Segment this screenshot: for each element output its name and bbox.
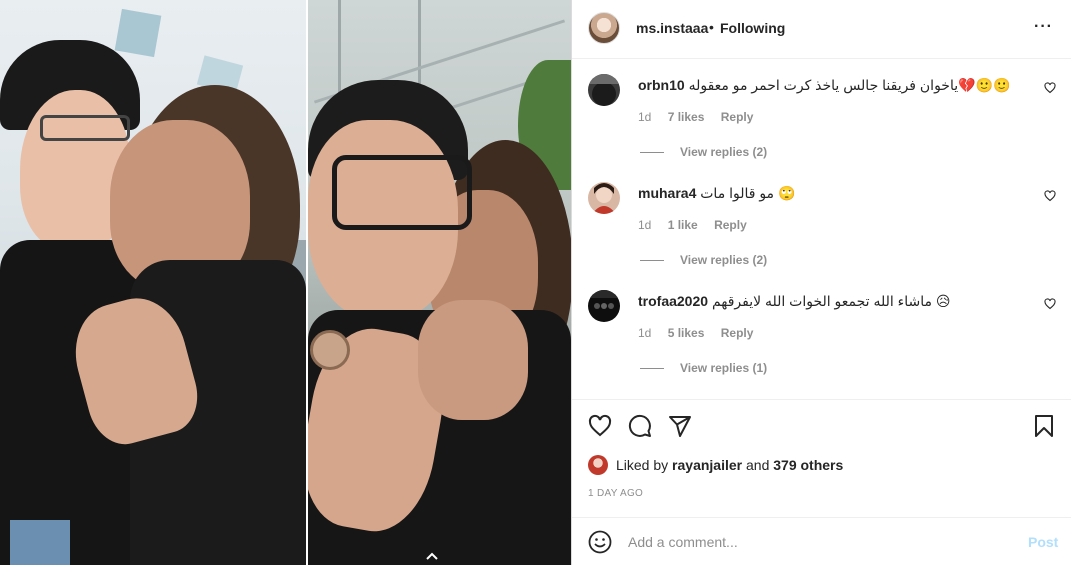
post-button[interactable]: Post [1028,534,1058,550]
glasses-shape [332,155,472,230]
comment-icon[interactable] [628,414,652,438]
replies-line [640,151,664,153]
following-button[interactable]: Following [720,20,785,36]
media-right-panel [308,0,571,565]
comment-text: trofaa2020 ماشاء الله تجمعو الخوات الله … [638,292,1028,310]
comment-item: muhara4 مو قالوا مات 🙄 1d 1 like Reply V… [572,168,1071,276]
comment-item: orbn10 ياخوان فريقنا جالس ياخذ كرت احمر … [572,60,1071,168]
commenter-avatar[interactable] [588,290,620,322]
likes-and: and [746,457,770,473]
wall-window-shape [114,8,162,58]
separator-dot: • [709,19,714,35]
comment-text: muhara4 مو قالوا مات 🙄 [638,184,1028,202]
post-header: ms.instaaa • Following ··· [572,0,1071,59]
view-replies-label: View replies (2) [680,145,768,159]
comment-body: ياخوان فريقنا جالس ياخذ كرت احمر مو معقو… [688,77,1011,93]
replies-line [640,367,664,369]
comment-likes[interactable]: 7 likes [668,110,705,124]
post-media[interactable] [0,0,571,565]
comment-meta: 1d 1 like Reply [638,218,760,232]
post-actions [572,399,1071,453]
liker-avatar[interactable] [588,455,608,475]
comment-body: مو قالوا مات 🙄 [700,185,796,201]
post-author-username[interactable]: ms.instaaa [636,20,708,36]
heart-icon[interactable] [1044,190,1056,202]
post-timestamp[interactable]: 1 DAY AGO [588,488,643,499]
bookmark-icon[interactable] [1032,414,1056,438]
comment-item: trofaa2020 ماشاء الله تجمعو الخوات الله … [572,276,1071,384]
glasses-shape [40,115,130,141]
comment-likes[interactable]: 1 like [668,218,698,232]
reply-button[interactable]: Reply [721,326,754,340]
comment-input[interactable] [628,531,1008,553]
likes-summary: Liked by rayanjailer and 379 others [588,455,843,475]
reply-button[interactable]: Reply [714,218,747,232]
avatar[interactable] [588,12,620,44]
liker-username[interactable]: rayanjailer [672,457,742,473]
jeans-shape [10,520,70,565]
comment-likes[interactable]: 5 likes [668,326,705,340]
view-replies-button[interactable]: View replies (2) [640,253,767,267]
likes-others[interactable]: 379 others [773,457,843,473]
comment-username[interactable]: orbn10 [638,77,685,93]
heart-icon[interactable] [1044,82,1056,94]
view-replies-button[interactable]: View replies (1) [640,361,767,375]
post-sidebar: ms.instaaa • Following ··· orbn10 ياخوان… [571,0,1071,565]
comments-list: orbn10 ياخوان فريقنا جالس ياخذ كرت احمر … [572,60,1071,400]
comment-time[interactable]: 1d [638,110,651,124]
comment-time[interactable]: 1d [638,218,651,232]
comment-username[interactable]: muhara4 [638,185,696,201]
view-replies-button[interactable]: View replies (2) [640,145,767,159]
chevron-up-icon[interactable] [423,548,441,562]
share-icon[interactable] [668,414,692,438]
commenter-avatar[interactable] [588,182,620,214]
view-replies-label: View replies (1) [680,361,768,375]
commenter-avatar[interactable] [588,74,620,106]
comment-time[interactable]: 1d [638,326,651,340]
comment-body: ماشاء الله تجمعو الخوات الله لايفرقهم 😥 [711,293,951,309]
view-replies-label: View replies (2) [680,253,768,267]
comment-meta: 1d 5 likes Reply [638,326,766,340]
watch-shape [310,330,350,370]
heart-icon[interactable] [588,414,612,438]
heart-icon[interactable] [1044,298,1056,310]
add-comment-bar: Post [572,517,1071,565]
comment-meta: 1d 7 likes Reply [638,110,766,124]
comment-username[interactable]: trofaa2020 [638,293,708,309]
more-icon[interactable]: ··· [1034,18,1053,36]
replies-line [640,259,664,261]
media-left-panel [0,0,306,565]
emoji-icon[interactable] [588,530,612,554]
hand-shape [418,300,528,420]
comment-text: orbn10 ياخوان فريقنا جالس ياخذ كرت احمر … [638,76,1028,94]
reply-button[interactable]: Reply [721,110,754,124]
likes-prefix: Liked by [616,457,669,473]
